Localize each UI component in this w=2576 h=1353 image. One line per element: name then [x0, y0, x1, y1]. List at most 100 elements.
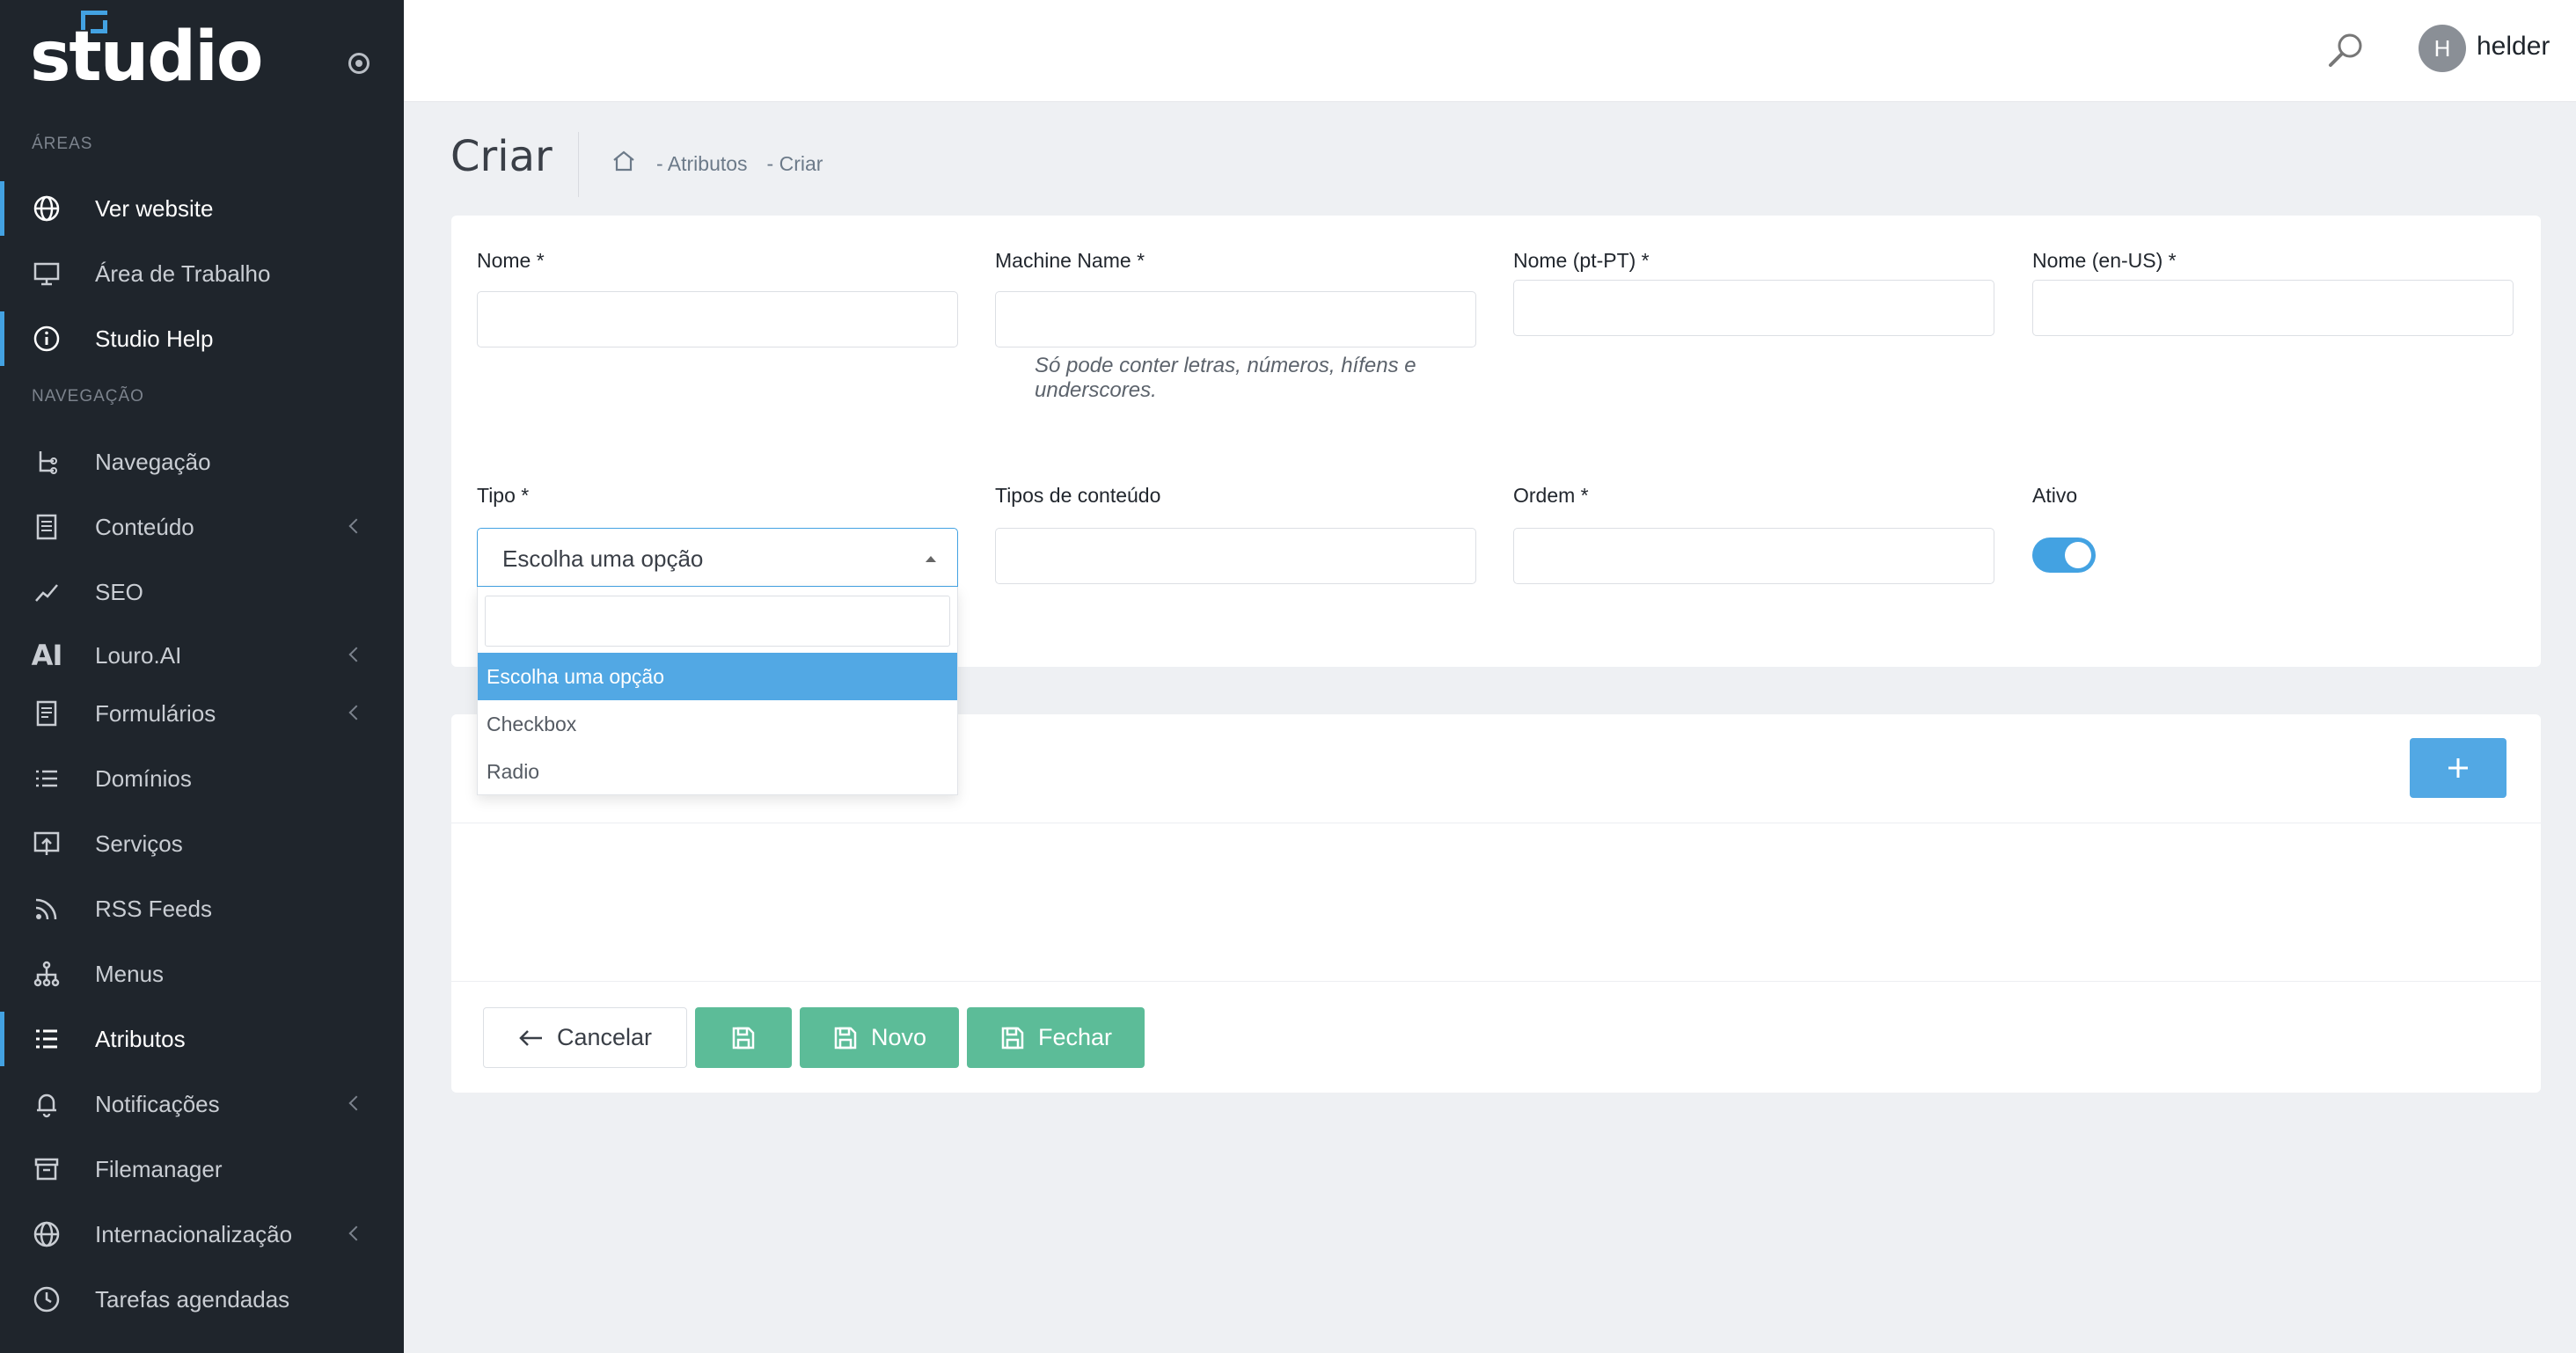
list-icon [32, 764, 62, 794]
sidebar-item-label: Internacionalização [95, 1220, 293, 1247]
section-label-navigation: NAVEGAÇÃO [32, 387, 144, 406]
save-icon [1001, 1027, 1024, 1049]
sidebar-item-label: Louro.AI [95, 641, 182, 669]
sidebar-item-atributos[interactable]: Atributos [0, 1012, 404, 1066]
upload-screen-icon [32, 829, 62, 859]
sidebar-item-louro-ai[interactable]: AI Louro.AI [0, 628, 404, 683]
tipos-conteudo-input[interactable] [995, 528, 1476, 584]
sidebar-item-formularios[interactable]: Formulários [0, 686, 404, 741]
ordem-label: Ordem * [1513, 484, 1589, 507]
nome-pt-input[interactable] [1513, 280, 1994, 336]
clock-icon [32, 1284, 62, 1314]
nome-pt-label: Nome (pt-PT) * [1513, 249, 1650, 272]
globe-icon [32, 194, 62, 223]
sidebar-item-label: Studio Help [95, 325, 214, 352]
sidebar-item-seo[interactable]: SEO [0, 565, 404, 619]
machine-name-input[interactable] [995, 291, 1476, 347]
sidebar-item-menus[interactable]: Menus [0, 947, 404, 1001]
sidebar-item-label: Tarefas agendadas [95, 1285, 290, 1313]
search-icon[interactable] [2324, 28, 2367, 72]
bell-icon [32, 1089, 62, 1119]
tipo-select-value: Escolha uma opção [502, 545, 704, 572]
ativo-label: Ativo [2032, 484, 2078, 507]
sidebar-item-conteudo[interactable]: Conteúdo [0, 500, 404, 554]
sidebar-item-label: Navegação [95, 448, 211, 475]
monitor-icon [32, 259, 62, 289]
save-new-button[interactable]: Novo [800, 1007, 959, 1068]
sidebar-item-rss-feeds[interactable]: RSS Feeds [0, 881, 404, 936]
cancel-button[interactable]: Cancelar [483, 1007, 687, 1068]
section-label-areas: ÁREAS [32, 135, 93, 153]
save-icon [732, 1027, 755, 1049]
username[interactable]: helder [2477, 32, 2550, 62]
sidebar-item-tarefas-agendadas[interactable]: Tarefas agendadas [0, 1272, 404, 1327]
chevron-left-icon [348, 647, 364, 662]
sidebar-item-notificacoes[interactable]: Notificações [0, 1077, 404, 1131]
ativo-toggle[interactable] [2032, 538, 2096, 573]
sidebar-item-label: Serviços [95, 830, 183, 857]
machine-name-label: Machine Name * [995, 249, 1145, 272]
trend-icon [32, 577, 62, 607]
save-button[interactable] [695, 1007, 792, 1068]
dropdown-search-input[interactable] [485, 596, 950, 647]
sidebar-item-area-de-trabalho[interactable]: Área de Trabalho [0, 246, 404, 301]
globe-icon [32, 1219, 62, 1249]
avatar[interactable]: H [2419, 25, 2466, 72]
breadcrumb-item-atributos[interactable]: - Atributos [656, 152, 748, 176]
chevron-left-icon [348, 705, 364, 720]
sidebar-item-label: Formulários [95, 699, 216, 727]
form-icon [32, 698, 62, 728]
nome-en-input[interactable] [2032, 280, 2514, 336]
sidebar-item-label: Domínios [95, 764, 192, 792]
breadcrumb: - Atributos - Criar [611, 148, 823, 179]
caret-up-icon [926, 556, 936, 562]
sitemap-icon [32, 959, 62, 989]
sidebar: studio ÁREAS Ver website Área de Trabalh… [0, 0, 404, 1353]
chevron-left-icon [348, 518, 364, 534]
topbar: H helder [404, 0, 2576, 102]
sidebar-item-dominios[interactable]: Domínios [0, 751, 404, 806]
sidebar-item-internacionalizacao[interactable]: Internacionalização [0, 1207, 404, 1262]
list-bullets-icon [32, 1024, 62, 1054]
sidebar-item-servicos[interactable]: Serviços [0, 816, 404, 871]
nome-input[interactable] [477, 291, 958, 347]
tipos-conteudo-label: Tipos de conteúdo [995, 484, 1161, 507]
tipo-label: Tipo * [477, 484, 530, 507]
save-close-button[interactable]: Fechar [967, 1007, 1145, 1068]
save-close-button-label: Fechar [1037, 1024, 1113, 1050]
sidebar-item-label: Notificações [95, 1090, 220, 1117]
sidebar-item-label: Ver website [95, 194, 214, 222]
document-icon [32, 512, 62, 542]
sidebar-item-label: Filemanager [95, 1155, 223, 1182]
sidebar-item-filemanager[interactable]: Filemanager [0, 1142, 404, 1196]
rss-icon [32, 894, 62, 924]
dropdown-option[interactable]: Escolha uma opção [478, 653, 957, 700]
sidebar-item-label: Atributos [95, 1025, 186, 1052]
nome-en-label: Nome (en-US) * [2032, 249, 2177, 272]
add-value-button[interactable] [2410, 738, 2506, 798]
sidebar-item-studio-help[interactable]: Studio Help [0, 311, 404, 366]
cancel-button-label: Cancelar [556, 1024, 653, 1050]
sidebar-item-label: SEO [95, 578, 143, 605]
ai-icon: AI [31, 639, 63, 672]
sidebar-item-navegacao[interactable]: Navegação [0, 435, 404, 489]
page-title: Criar [450, 132, 553, 181]
sidebar-item-ver-website[interactable]: Ver website [0, 181, 404, 236]
toggle-knob [2065, 542, 2091, 568]
tree-icon [32, 447, 62, 477]
nome-label: Nome * [477, 249, 545, 272]
tipo-select[interactable]: Escolha uma opção [477, 528, 958, 587]
dropdown-option[interactable]: Radio [478, 748, 957, 795]
dropdown-option[interactable]: Checkbox [478, 700, 957, 748]
breadcrumb-item-criar: - Criar [766, 151, 823, 175]
title-divider [578, 132, 579, 197]
sidebar-item-label: Área de Trabalho [95, 260, 271, 287]
home-icon[interactable] [611, 148, 637, 179]
info-icon [32, 324, 62, 354]
sidebar-item-label: Conteúdo [95, 513, 194, 540]
plus-icon [2448, 758, 2468, 778]
ordem-input[interactable] [1513, 528, 1994, 584]
tipo-dropdown: Escolha uma opção Checkbox Radio [477, 587, 958, 795]
pin-sidebar-icon[interactable] [348, 53, 370, 74]
arrow-left-icon [519, 1029, 542, 1046]
